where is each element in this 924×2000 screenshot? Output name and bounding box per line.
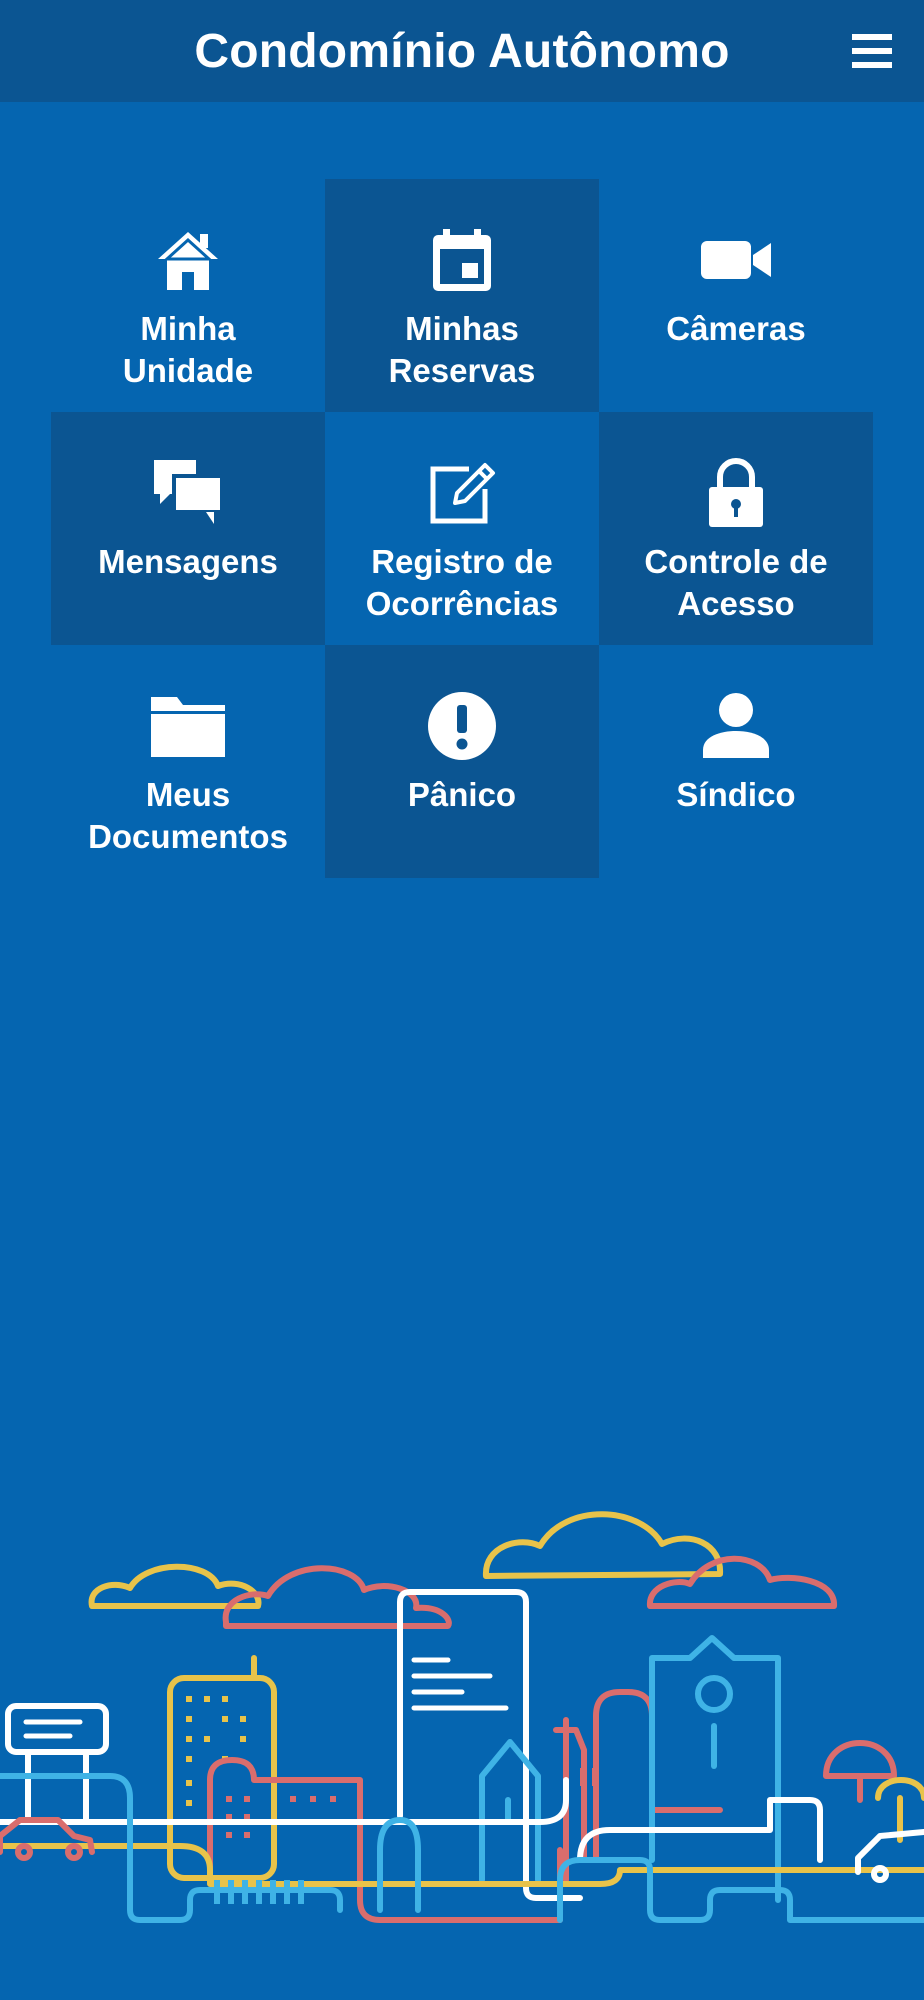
car-icon	[855, 1829, 924, 1875]
tile-label: Registro de Ocorrências	[365, 543, 559, 622]
tile-sindico[interactable]: Síndico	[599, 645, 873, 878]
padlock-icon	[709, 458, 763, 527]
chat-bubbles-icon	[154, 460, 224, 524]
tile-cameras[interactable]: Câmeras	[599, 179, 873, 412]
video-camera-icon	[701, 241, 771, 279]
city-skyline-illustration	[0, 1511, 924, 1923]
home-icon	[158, 232, 218, 290]
tile-label: Síndico	[676, 776, 796, 813]
main-menu-grid: Minha Unidade Minhas Reservas Câmeras Me…	[51, 179, 873, 878]
tile-meus-documentos[interactable]: Meus Documentos	[51, 645, 325, 878]
cloud-icon	[647, 1555, 837, 1609]
alert-circle-icon	[428, 692, 496, 760]
tile-label: Minhas Reservas	[388, 310, 536, 389]
tile-label: Mensagens	[98, 543, 278, 580]
hamburger-menu-icon	[852, 34, 892, 68]
edit-note-icon	[430, 463, 495, 524]
tile-panico[interactable]: Pânico	[325, 645, 599, 878]
tile-label: Meus Documentos	[88, 776, 288, 855]
cloud-icon	[482, 1511, 724, 1579]
tile-registro-ocorrencias[interactable]: Registro de Ocorrências	[325, 412, 599, 645]
tile-minha-unidade[interactable]: Minha Unidade	[51, 179, 325, 412]
tile-label: Câmeras	[666, 310, 806, 347]
hamburger-menu-button[interactable]	[844, 26, 900, 76]
folder-icon	[151, 697, 225, 757]
tile-controle-acesso[interactable]: Controle de Acesso	[599, 412, 873, 645]
tile-label: Minha Unidade	[122, 310, 254, 389]
tile-label: Pânico	[407, 776, 517, 813]
tile-label: Controle de Acesso	[644, 543, 828, 622]
app-header: Condomínio Autônomo	[0, 0, 924, 102]
person-icon	[703, 693, 769, 758]
app-title: Condomínio Autônomo	[194, 24, 730, 78]
calendar-icon	[433, 229, 491, 291]
cloud-icon	[222, 1565, 452, 1629]
tile-mensagens[interactable]: Mensagens	[51, 412, 325, 645]
tile-minhas-reservas[interactable]: Minhas Reservas	[325, 179, 599, 412]
